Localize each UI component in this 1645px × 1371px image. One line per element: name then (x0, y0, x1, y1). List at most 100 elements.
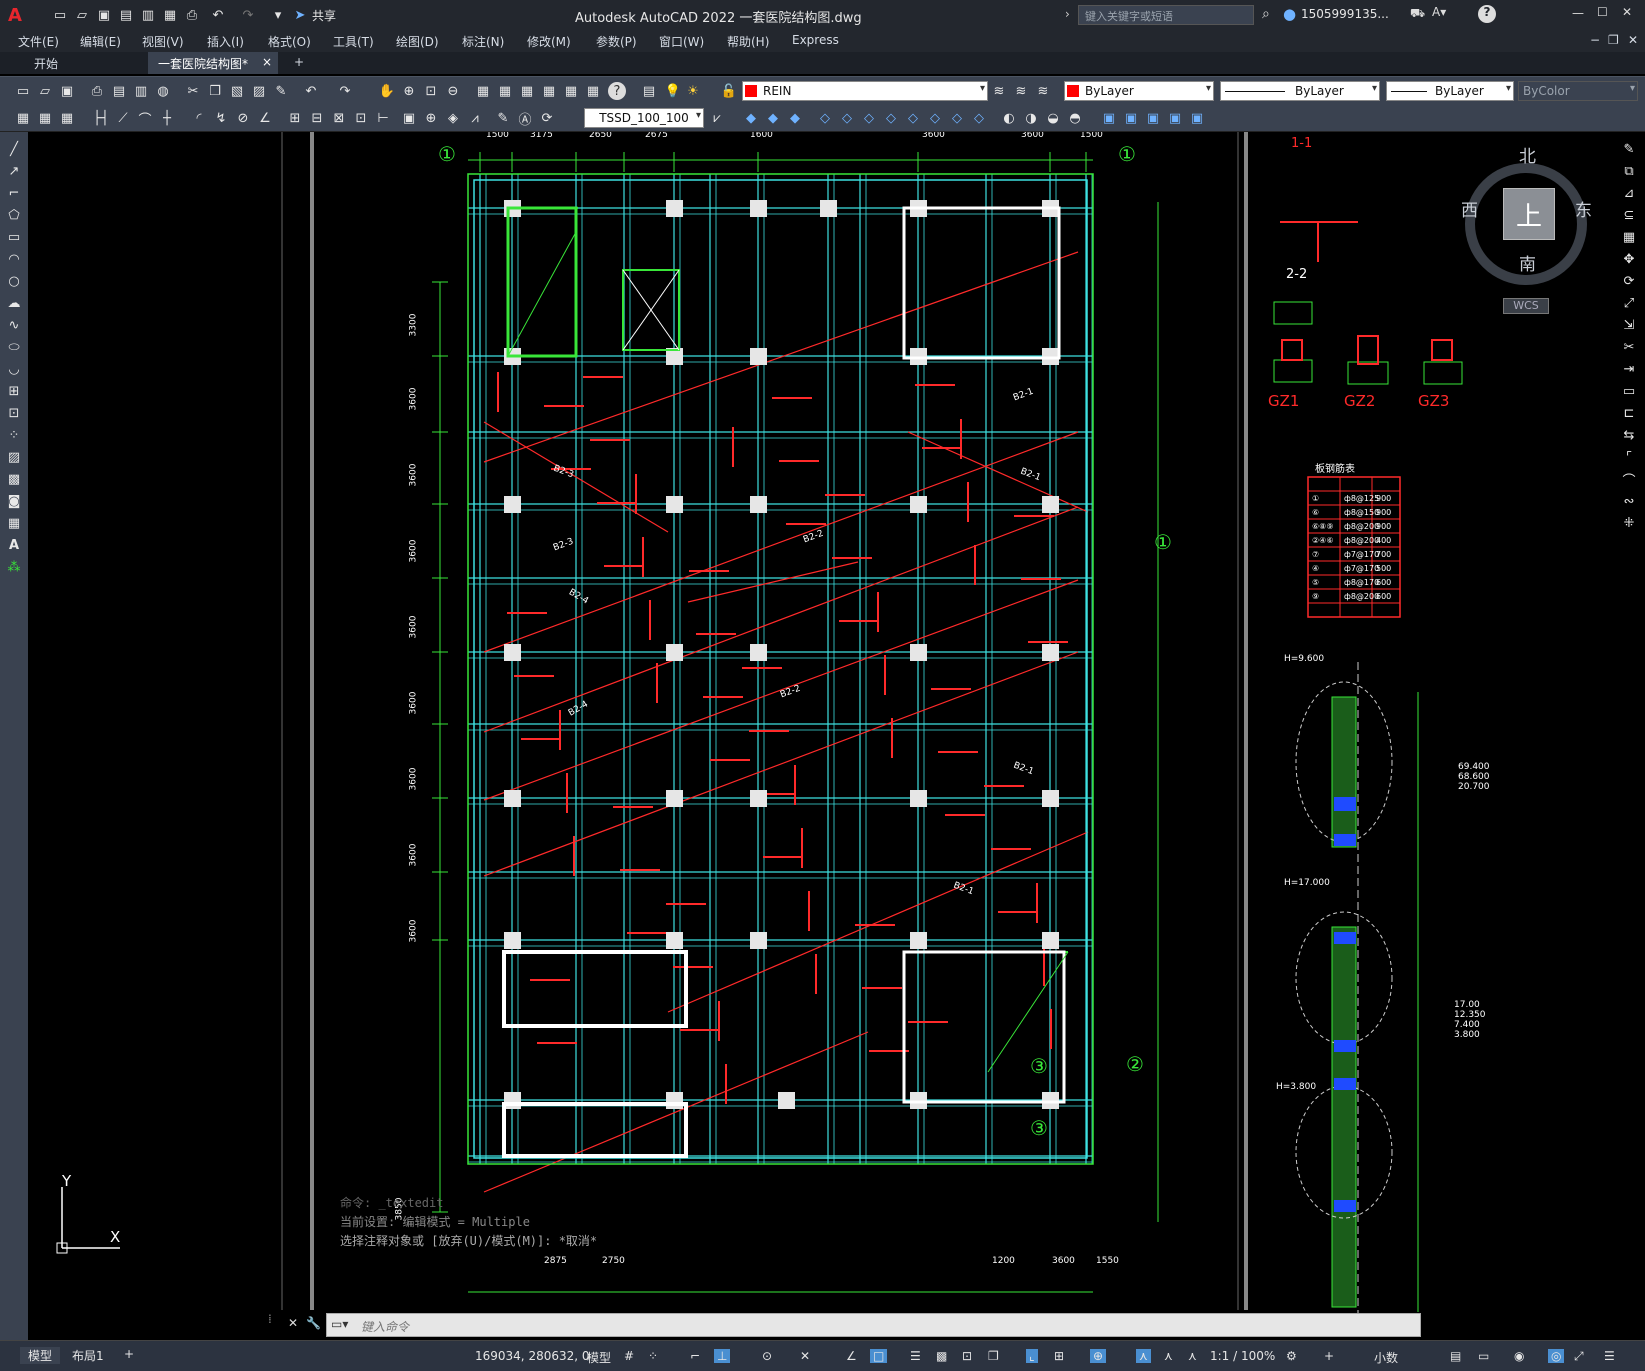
viewcube-north[interactable]: 北 (1519, 142, 1536, 167)
drawing-canvas[interactable]: Y X 1500 3175 2650 2675 1600 3600 3600 1… (28, 132, 1614, 1340)
dim-continue-icon[interactable]: ⊠ (330, 109, 348, 127)
brush-icon[interactable]: ✎ (272, 82, 290, 100)
open-icon[interactable]: ▱ (36, 82, 54, 100)
layer-match-icon[interactable]: ≋ (1034, 82, 1052, 100)
rotate-icon[interactable]: ⟳ (1620, 272, 1638, 290)
tool-blue-icon[interactable]: ▣ (1100, 109, 1118, 127)
designcenter-icon[interactable]: ▦ (496, 82, 514, 100)
zoom-realtime-icon[interactable]: ⊕ (400, 82, 418, 100)
line-icon[interactable]: ╱ (5, 140, 23, 158)
3dosnap-icon[interactable]: ❐ (988, 1349, 999, 1363)
search-arrow-icon[interactable]: › (1065, 7, 1070, 21)
spline-icon[interactable]: ∿ (5, 316, 23, 334)
model-space-toggle[interactable]: 模型 (587, 1349, 611, 1366)
markup-icon[interactable]: ▦ (562, 82, 580, 100)
layer-iso-icon[interactable]: ≋ (1012, 82, 1030, 100)
tool-blue-icon[interactable]: ◆ (764, 109, 782, 127)
dim-angular-icon[interactable]: ∠ (256, 109, 274, 127)
save-icon[interactable]: ▣ (58, 82, 76, 100)
close-doc-icon[interactable]: ✕ (1628, 33, 1638, 47)
menu-parametric[interactable]: 参数(P) (596, 33, 637, 50)
tool-blue-icon[interactable]: ▣ (1122, 109, 1140, 127)
layout-tab-1[interactable]: 布局1 (72, 1347, 104, 1364)
tool-icon[interactable]: ◐ (1000, 109, 1018, 127)
close-icon[interactable]: ✕ (1622, 5, 1632, 19)
preview-icon[interactable]: ▤ (110, 82, 128, 100)
paste-icon[interactable]: ▧ (228, 82, 246, 100)
cart-icon[interactable]: ⛟ (1410, 6, 1425, 22)
join-icon[interactable]: ⇆ (1620, 426, 1638, 444)
arc-icon[interactable]: ◠ (5, 250, 23, 268)
tool-icon[interactable]: ◒ (1044, 109, 1062, 127)
mtext-icon[interactable]: A (5, 536, 23, 554)
share-icon[interactable]: ➤ (292, 7, 308, 23)
annotation-visibility-icon[interactable]: ⋏ (1136, 1349, 1151, 1363)
osnap-icon[interactable]: □ (870, 1349, 888, 1363)
annotation-scale[interactable]: 1:1 / 100% (1210, 1349, 1275, 1363)
polar-icon[interactable]: ⊙ (762, 1349, 772, 1363)
selection-filter-icon[interactable]: ⊞ (1054, 1349, 1064, 1363)
open-web-icon[interactable]: ▥ (140, 7, 156, 23)
osnap-tracking-icon[interactable]: ∠ (846, 1349, 857, 1363)
help-icon[interactable]: ? (608, 82, 626, 100)
hatch-icon[interactable]: ▨ (5, 448, 23, 466)
trim-icon[interactable]: ✂ (1620, 338, 1638, 356)
extend-icon[interactable]: ⇥ (1620, 360, 1638, 378)
layer-manager-icon[interactable]: ▤ (640, 82, 658, 100)
viewcube-east[interactable]: 东 (1575, 196, 1592, 221)
quick-properties-icon[interactable]: ▤ (1450, 1349, 1461, 1363)
menu-file[interactable]: 文件(E) (18, 33, 59, 50)
units-select[interactable]: 小数 (1374, 1349, 1398, 1366)
copy-icon[interactable]: ⧉ (1620, 162, 1638, 180)
properties-icon[interactable]: ▦ (474, 82, 492, 100)
selection-cycling-icon[interactable]: ⊡ (962, 1349, 972, 1363)
menu-help[interactable]: 帮助(H) (727, 33, 769, 50)
rectangle-icon[interactable]: ▭ (5, 228, 23, 246)
zoom-prev-icon[interactable]: ⊖ (444, 82, 462, 100)
share-label[interactable]: 共享 (312, 7, 336, 24)
linetype-select[interactable]: ByLayer ▾ (1220, 81, 1380, 101)
auto-scale-icon[interactable]: ⋏ (1164, 1349, 1173, 1363)
dropdown-icon[interactable]: ▾ (270, 7, 286, 23)
chamfer-icon[interactable]: ⌜ (1620, 448, 1638, 466)
menu-tools[interactable]: 工具(T) (333, 33, 374, 50)
gradient-icon[interactable]: ▩ (5, 470, 23, 488)
tab-start[interactable]: 开始 (24, 52, 68, 74)
dim-break-icon[interactable]: ⊢ (374, 109, 392, 127)
dim-text-edit-icon[interactable]: Ⓐ (516, 109, 534, 128)
command-close-icon[interactable]: ✕ (288, 1316, 298, 1330)
sheetset-icon[interactable]: ▦ (540, 82, 558, 100)
maximize-icon[interactable]: ☐ (1597, 5, 1608, 19)
dim-aligned-icon[interactable]: ⟋ (114, 109, 132, 127)
new-layout-button[interactable]: + (124, 1347, 134, 1361)
transparency-icon[interactable]: ▩ (936, 1349, 947, 1363)
pan-icon[interactable]: ✋ (378, 82, 396, 100)
hardware-accel-icon[interactable]: ◎ (1548, 1349, 1565, 1363)
tool-icon[interactable]: ▦ (58, 109, 76, 127)
dim-edit-icon[interactable]: ✎ (494, 109, 512, 127)
calc-icon[interactable]: ▦ (584, 82, 602, 100)
menu-edit[interactable]: 编辑(E) (80, 33, 121, 50)
coordinates-readout[interactable]: 169034, 280632, 0 (475, 1349, 590, 1363)
menu-draw[interactable]: 绘图(D) (396, 33, 439, 50)
command-prompt-icon[interactable]: ▭▾ (331, 1317, 348, 1331)
dim-update-icon[interactable]: ⟳ (538, 109, 556, 127)
new-icon[interactable]: ▭ (52, 7, 68, 23)
dim-jogged-icon[interactable]: ↯ (212, 109, 230, 127)
dim-baseline-icon[interactable]: ⊟ (308, 109, 326, 127)
dynamic-input-icon[interactable]: ⊥ (714, 1349, 731, 1363)
web-icon[interactable]: ◍ (154, 82, 172, 100)
plot-icon[interactable]: ⎙ (184, 7, 200, 23)
fillet-icon[interactable]: ⌒ (1620, 470, 1638, 489)
tool-blue-icon[interactable]: ◆ (742, 109, 760, 127)
user-icon[interactable]: ● (1283, 5, 1296, 23)
tool-blue-icon[interactable]: ◇ (816, 109, 834, 127)
break-icon[interactable]: ⊏ (1620, 404, 1638, 422)
save-web-icon[interactable]: ▦ (162, 7, 178, 23)
infer-icon[interactable]: ⌐ (690, 1349, 700, 1363)
tab-document[interactable]: 一套医院结构图* × (148, 52, 278, 74)
snap-icon[interactable]: ⁘ (648, 1349, 658, 1363)
stretch-icon[interactable]: ⇲ (1620, 316, 1638, 334)
customize-icon[interactable]: ☰ (1604, 1349, 1615, 1363)
save-as-icon[interactable]: ▤ (118, 7, 134, 23)
